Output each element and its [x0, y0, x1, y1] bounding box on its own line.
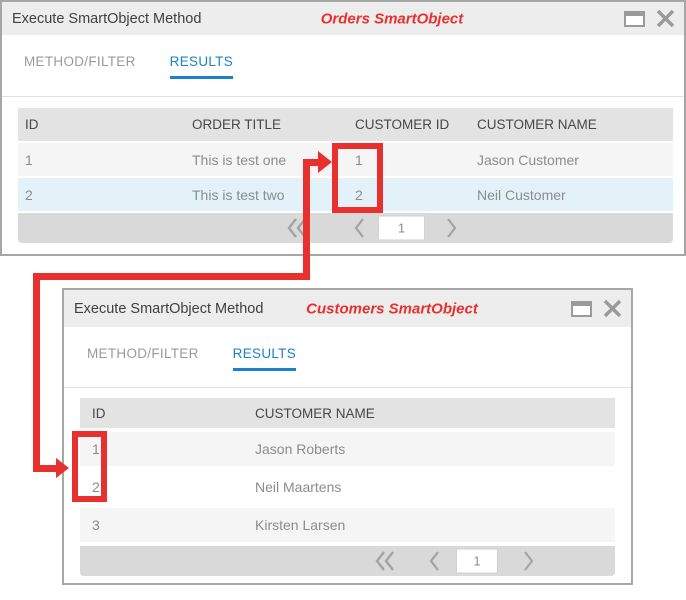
- annotation-line-vertical: [33, 273, 40, 472]
- cell-customer-name: Kirsten Larsen: [255, 517, 615, 533]
- previous-page-icon[interactable]: [428, 550, 441, 572]
- orders-results-table: ID ORDER TITLE CUSTOMER ID CUSTOMER NAME…: [18, 108, 673, 243]
- column-header-order-title: ORDER TITLE: [192, 117, 355, 132]
- orders-dialog-titlebar: Execute SmartObject Method Orders SmartO…: [2, 2, 684, 35]
- window-buttons: [571, 290, 624, 327]
- first-page-icon[interactable]: [286, 216, 308, 240]
- window-buttons: [624, 2, 677, 35]
- next-page-icon[interactable]: [522, 550, 535, 572]
- customers-results-table: ID CUSTOMER NAME 1 Jason Roberts 2 Neil …: [80, 398, 615, 576]
- annotation-arrow-segment: [33, 465, 58, 472]
- column-header-id: ID: [80, 406, 255, 421]
- maximize-icon[interactable]: [571, 301, 592, 317]
- cell-id: 2: [18, 187, 192, 203]
- next-page-icon[interactable]: [445, 217, 458, 239]
- close-icon[interactable]: [601, 297, 624, 320]
- cell-customer-name: Neil Maartens: [255, 479, 615, 495]
- cell-order-title: This is test two: [192, 187, 355, 203]
- table-row[interactable]: 2 This is test two 2 Neil Customer: [18, 178, 673, 211]
- dialog-title: Execute SmartObject Method: [12, 11, 201, 27]
- tab-bar: METHOD/FILTER RESULTS: [2, 35, 684, 97]
- customers-dialog-titlebar: Execute SmartObject Method Customers Sma…: [64, 290, 631, 327]
- customers-dialog: Execute SmartObject Method Customers Sma…: [62, 288, 633, 585]
- pagination-bar: 1: [80, 546, 615, 576]
- customers-annotation-label: Customers SmartObject: [306, 300, 478, 317]
- table-row[interactable]: 2 Neil Maartens: [80, 470, 615, 504]
- cell-id: 2: [80, 479, 255, 495]
- cell-order-title: This is test one: [192, 152, 355, 168]
- table-header-row: ID CUSTOMER NAME: [80, 398, 615, 428]
- tab-bar: METHOD/FILTER RESULTS: [64, 327, 631, 388]
- cell-customer-id: 1: [355, 152, 477, 168]
- dialog-title: Execute SmartObject Method: [74, 301, 263, 317]
- tab-results[interactable]: RESULTS: [233, 346, 296, 371]
- cell-customer-name: Neil Customer: [477, 187, 673, 203]
- tab-method-filter[interactable]: METHOD/FILTER: [87, 346, 199, 371]
- pagination-bar: 1: [18, 213, 673, 243]
- column-header-id: ID: [18, 117, 192, 132]
- annotation-line-horizontal: [33, 273, 310, 280]
- cell-customer-name: Jason Roberts: [255, 441, 615, 457]
- maximize-icon[interactable]: [624, 11, 645, 27]
- tab-method-filter[interactable]: METHOD/FILTER: [24, 54, 136, 79]
- orders-dialog: Execute SmartObject Method Orders SmartO…: [0, 0, 686, 256]
- previous-page-icon[interactable]: [353, 217, 366, 239]
- page-number-box[interactable]: 1: [456, 549, 498, 574]
- cell-customer-id: 2: [355, 187, 477, 203]
- cell-id: 1: [80, 441, 255, 457]
- orders-annotation-label: Orders SmartObject: [321, 10, 464, 27]
- tab-results[interactable]: RESULTS: [170, 54, 233, 79]
- column-header-customer-name: CUSTOMER NAME: [255, 406, 615, 421]
- first-page-icon[interactable]: [373, 549, 397, 573]
- table-row[interactable]: 1 This is test one 1 Jason Customer: [18, 143, 673, 176]
- column-header-customer-name: CUSTOMER NAME: [477, 117, 673, 132]
- close-icon[interactable]: [654, 7, 677, 30]
- table-row[interactable]: 1 Jason Roberts: [80, 432, 615, 466]
- cell-id: 3: [80, 517, 255, 533]
- table-row[interactable]: 3 Kirsten Larsen: [80, 508, 615, 542]
- page-number-box[interactable]: 1: [378, 216, 425, 241]
- cell-id: 1: [18, 152, 192, 168]
- cell-customer-name: Jason Customer: [477, 152, 673, 168]
- table-header-row: ID ORDER TITLE CUSTOMER ID CUSTOMER NAME: [18, 108, 673, 141]
- column-header-customer-id: CUSTOMER ID: [355, 117, 477, 132]
